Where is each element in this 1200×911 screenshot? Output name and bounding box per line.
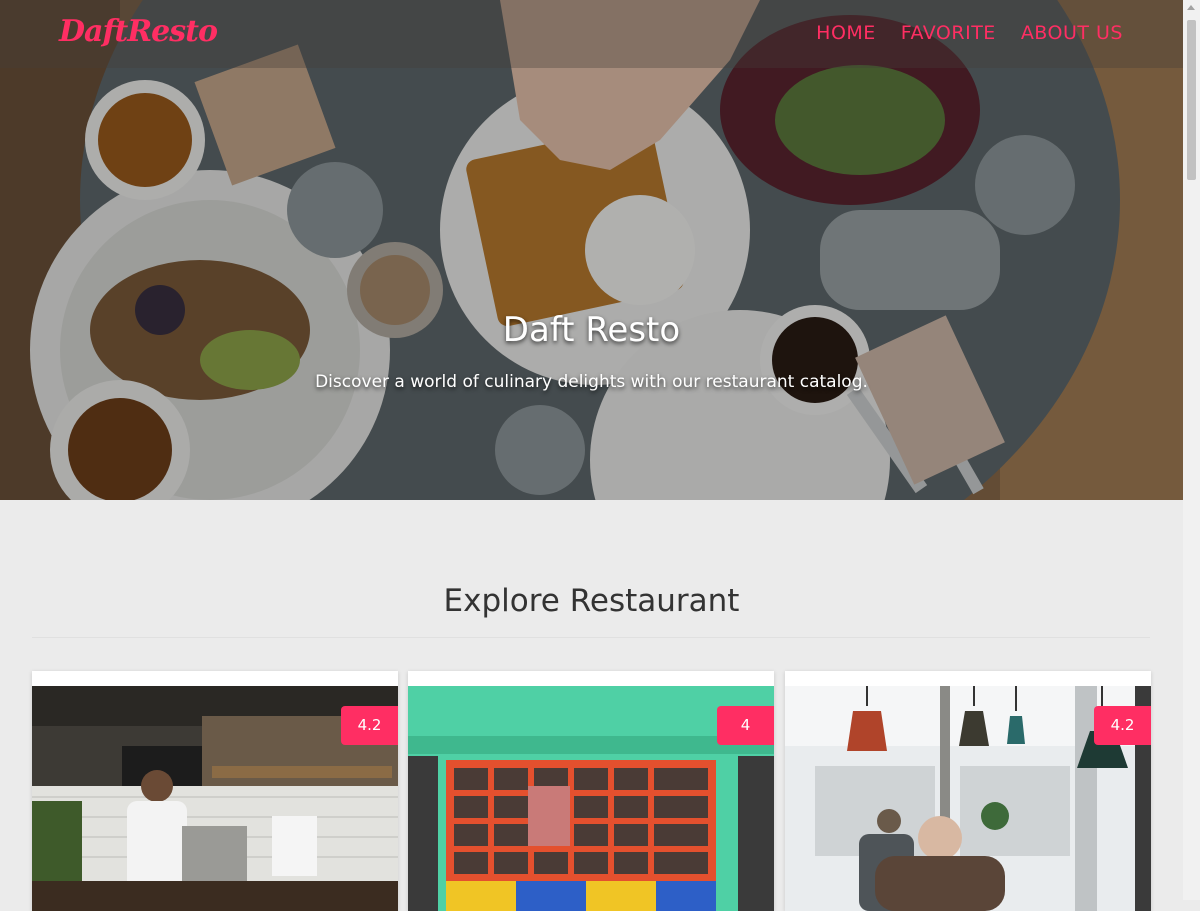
restaurant-card[interactable]: 4.2 xyxy=(785,671,1151,911)
hero-title: Daft Resto xyxy=(502,310,681,350)
hero-section: Daft Resto Discover a world of culinary … xyxy=(0,0,1183,500)
section-divider xyxy=(32,637,1150,638)
nav-link-home[interactable]: HOME xyxy=(816,22,876,44)
scroll-up-arrow-icon[interactable] xyxy=(1187,5,1195,10)
nav-link-favorite[interactable]: FAVORITE xyxy=(901,22,996,44)
nav-link-about-us[interactable]: ABOUT US xyxy=(1021,22,1123,44)
hero-overlay xyxy=(0,0,1183,500)
brand-logo[interactable]: DaftResto xyxy=(59,14,218,49)
top-navbar: DaftResto HOME FAVORITE ABOUT US xyxy=(0,0,1183,68)
rating-badge: 4.2 xyxy=(341,706,398,745)
rating-badge: 4.2 xyxy=(1094,706,1151,745)
restaurant-card[interactable]: 4.2 xyxy=(32,671,398,911)
hero-tagline: Discover a world of culinary delights wi… xyxy=(315,372,868,392)
nav-links: HOME FAVORITE ABOUT US xyxy=(816,22,1123,44)
restaurant-card[interactable]: 4 xyxy=(408,671,774,911)
page-scrollbar[interactable] xyxy=(1183,0,1200,900)
rating-badge: 4 xyxy=(717,706,774,745)
scrollbar-thumb[interactable] xyxy=(1187,20,1196,180)
section-title: Explore Restaurant xyxy=(443,583,740,619)
